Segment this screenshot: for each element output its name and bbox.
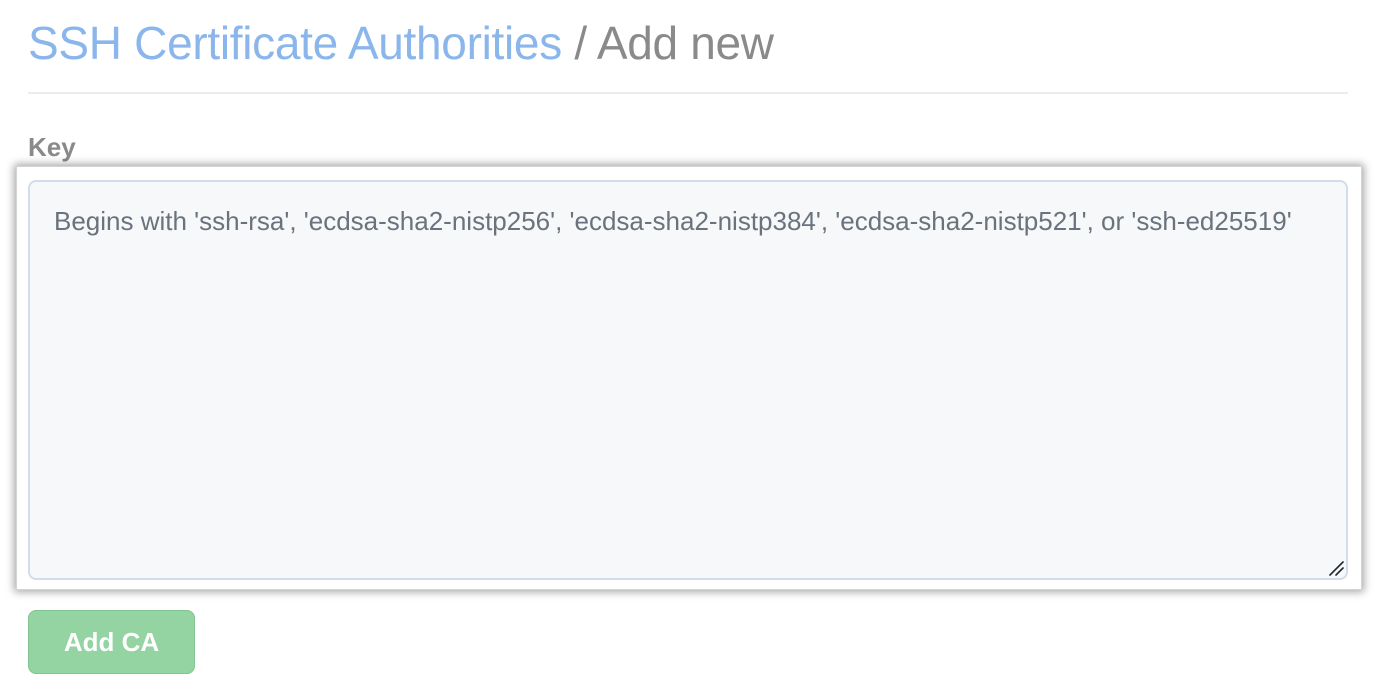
breadcrumb-link-ssh-certificate-authorities[interactable]: SSH Certificate Authorities	[28, 17, 562, 69]
header-divider	[28, 92, 1348, 94]
resize-grip-icon[interactable]	[1328, 560, 1344, 576]
key-textarea[interactable]	[28, 180, 1348, 580]
breadcrumb-separator: /	[561, 17, 597, 69]
page-title: SSH Certificate Authorities / Add new	[28, 12, 1348, 74]
breadcrumb-current: Add new	[596, 17, 774, 69]
add-ca-button[interactable]: Add CA	[28, 610, 195, 674]
key-label: Key	[28, 132, 76, 162]
